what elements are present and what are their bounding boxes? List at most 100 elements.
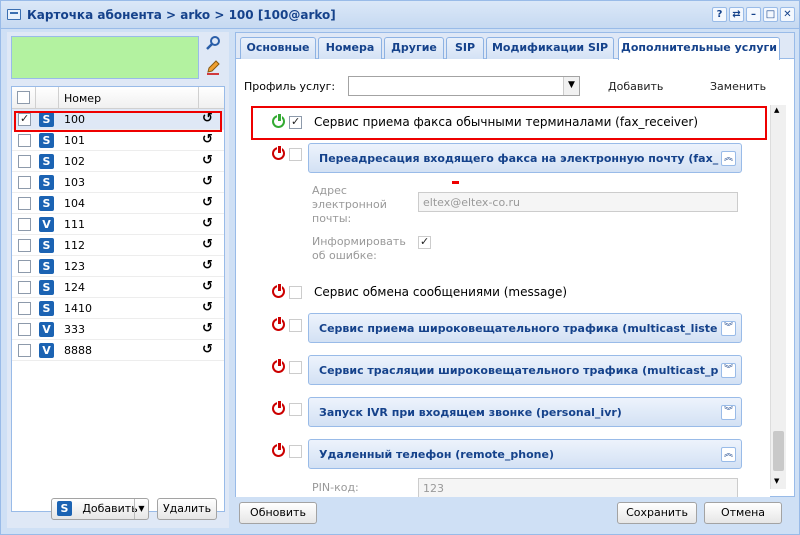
expand-icon[interactable]: ︾ [721, 363, 736, 378]
fax-forward-checkbox[interactable] [289, 148, 302, 161]
reset-icon[interactable]: ↺ [202, 300, 213, 315]
tab-sip-modifications[interactable]: Модификации SIP [486, 37, 614, 59]
maximize-icon[interactable]: □ [763, 7, 778, 22]
table-row[interactable]: V 8888 ↺ [12, 340, 224, 361]
reset-icon[interactable]: ↺ [202, 342, 213, 357]
search-icon[interactable] [203, 35, 223, 55]
help-icon[interactable]: ? [712, 7, 727, 22]
notify-error-checkbox[interactable] [418, 235, 431, 249]
refresh-icon[interactable]: ⇄ [729, 7, 744, 22]
row-checkbox[interactable] [18, 197, 31, 210]
notify-error-label: Информировать об ошибке: [312, 235, 406, 262]
add-subscriber-button[interactable]: S Добавить ▼ [51, 498, 149, 520]
refresh-button[interactable]: Обновить [239, 502, 317, 524]
row-checkbox[interactable] [18, 176, 31, 189]
expand-icon[interactable]: ︾ [721, 405, 736, 420]
email-input[interactable]: eltex@eltex-co.ru [418, 192, 738, 212]
expand-icon[interactable]: ︾ [721, 321, 736, 336]
tab-other[interactable]: Другие [384, 37, 444, 59]
edit-icon[interactable] [203, 59, 223, 79]
sip-subscriber-icon: S [39, 280, 54, 295]
chevron-down-icon[interactable]: ▼ [134, 499, 148, 519]
services-scrollbar[interactable]: ▲ ▼ [770, 105, 786, 489]
table-row[interactable]: S 112 ↺ [12, 235, 224, 256]
fax-forward-group[interactable]: Переадресация входящего факса на электро… [308, 143, 742, 173]
subscriber-list-panel: Номер S100↺S101↺S102↺S103↺S104↺V111↺S112… [7, 32, 229, 528]
details-panel: Основные Номера Другие SIP Модификации S… [235, 32, 795, 497]
select-all-checkbox[interactable] [17, 91, 30, 104]
save-button[interactable]: Сохранить [617, 502, 697, 524]
message-checkbox[interactable] [289, 286, 302, 299]
power-off-icon[interactable] [272, 359, 285, 373]
reset-icon[interactable]: ↺ [202, 153, 213, 168]
reset-icon[interactable]: ↺ [202, 174, 213, 189]
scroll-thumb[interactable] [773, 431, 784, 471]
sip-subscriber-icon: S [39, 154, 54, 169]
column-header-number[interactable]: Номер [59, 87, 199, 109]
close-icon[interactable]: ✕ [780, 7, 795, 22]
reset-icon[interactable]: ↺ [202, 279, 213, 294]
multicast-publish-checkbox[interactable] [289, 361, 302, 374]
cancel-button[interactable]: Отмена [704, 502, 782, 524]
row-checkbox[interactable] [18, 134, 31, 147]
table-row[interactable]: S 1410 ↺ [12, 298, 224, 319]
tab-basic[interactable]: Основные [240, 37, 316, 59]
profile-replace-button[interactable]: Заменить [710, 80, 766, 93]
table-row[interactable]: S 123 ↺ [12, 256, 224, 277]
tab-additional-services[interactable]: Дополнительные услуги [618, 37, 780, 60]
power-off-icon[interactable] [272, 284, 285, 298]
power-off-icon[interactable] [272, 401, 285, 415]
subscriber-number: 111 [64, 218, 85, 231]
delete-subscriber-button[interactable]: Удалить [157, 498, 217, 520]
row-checkbox[interactable] [18, 344, 31, 357]
table-row[interactable]: S 101 ↺ [12, 130, 224, 151]
tab-numbers[interactable]: Номера [318, 37, 382, 59]
reset-icon[interactable]: ↺ [202, 195, 213, 210]
pin-input[interactable]: 123 [418, 478, 738, 497]
reset-icon[interactable]: ↺ [202, 321, 213, 336]
row-checkbox[interactable] [18, 155, 31, 168]
table-row[interactable]: V 111 ↺ [12, 214, 224, 235]
subscriber-number: 104 [64, 197, 85, 210]
table-row[interactable]: V 333 ↺ [12, 319, 224, 340]
power-off-icon[interactable] [272, 146, 285, 160]
minimize-icon[interactable]: – [746, 7, 761, 22]
row-checkbox[interactable] [18, 260, 31, 273]
table-row[interactable]: S 103 ↺ [12, 172, 224, 193]
reset-icon[interactable]: ↺ [202, 216, 213, 231]
collapse-icon[interactable]: ︽ [721, 151, 736, 166]
scroll-up-icon[interactable]: ▲ [774, 106, 779, 114]
subscriber-grid: Номер S100↺S101↺S102↺S103↺S104↺V111↺S112… [11, 86, 225, 512]
subscriber-number: 124 [64, 281, 85, 294]
table-row[interactable]: S 104 ↺ [12, 193, 224, 214]
service-profile-select[interactable]: ▼ [348, 76, 580, 96]
remote-phone-group[interactable]: Удаленный телефон (remote_phone) ︽ [308, 439, 742, 469]
multicast-listen-checkbox[interactable] [289, 319, 302, 332]
chevron-down-icon[interactable]: ▼ [563, 77, 579, 95]
service-profile-label: Профиль услуг: [244, 80, 336, 93]
table-row[interactable]: S 124 ↺ [12, 277, 224, 298]
profile-add-button[interactable]: Добавить [608, 80, 663, 93]
scroll-down-icon[interactable]: ▼ [774, 477, 779, 485]
row-checkbox[interactable] [18, 302, 31, 315]
collapse-icon[interactable]: ︽ [721, 447, 736, 462]
row-checkbox[interactable] [18, 239, 31, 252]
grid-header: Номер [12, 87, 224, 109]
reset-icon[interactable]: ↺ [202, 132, 213, 147]
row-checkbox[interactable] [18, 323, 31, 336]
multicast-listen-group[interactable]: Сервис приема широковещательного трафика… [308, 313, 742, 343]
personal-ivr-group[interactable]: Запуск IVR при входящем звонке (personal… [308, 397, 742, 427]
table-row[interactable]: S 102 ↺ [12, 151, 224, 172]
tab-sip[interactable]: SIP [446, 37, 484, 59]
remote-phone-checkbox[interactable] [289, 445, 302, 458]
virtual-subscriber-icon: V [39, 217, 54, 232]
row-checkbox[interactable] [18, 218, 31, 231]
power-off-icon[interactable] [272, 317, 285, 331]
reset-icon[interactable]: ↺ [202, 258, 213, 273]
sip-subscriber-icon: S [39, 301, 54, 316]
power-off-icon[interactable] [272, 443, 285, 457]
personal-ivr-checkbox[interactable] [289, 403, 302, 416]
multicast-publish-group[interactable]: Сервис трасляции широковещательного траф… [308, 355, 742, 385]
reset-icon[interactable]: ↺ [202, 237, 213, 252]
row-checkbox[interactable] [18, 281, 31, 294]
